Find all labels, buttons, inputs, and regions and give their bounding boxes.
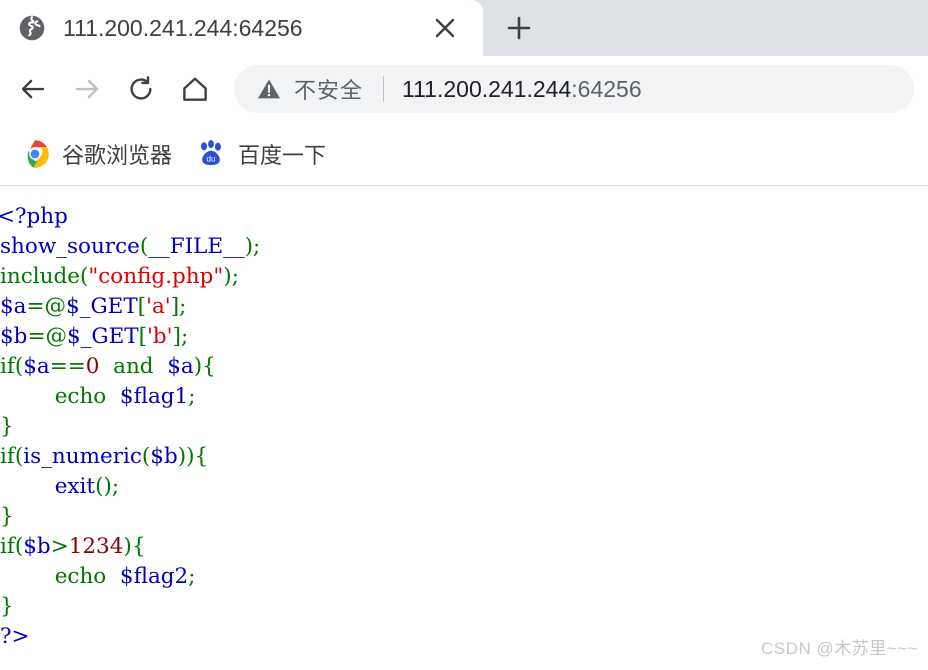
code-token: (: [14, 444, 24, 469]
php-source-code: <?php show_source(__FILE__); include("co…: [0, 186, 928, 652]
baidu-paw-icon: du: [196, 139, 226, 169]
url-text: 111.200.241.244:64256: [402, 76, 642, 103]
code-token: ;: [231, 264, 239, 289]
code-token: >: [50, 534, 69, 559]
address-bar[interactable]: 不安全 111.200.241.244:64256: [234, 65, 914, 113]
code-token: (): [95, 474, 112, 499]
code-token: =@: [27, 324, 67, 349]
code-token: 'a': [146, 294, 171, 319]
code-token: __FILE__: [148, 234, 245, 259]
code-token: ): [186, 444, 195, 469]
reload-button[interactable]: [114, 62, 168, 116]
code-token: ==: [49, 354, 86, 379]
code-token: and: [113, 354, 154, 379]
code-token: $b: [23, 534, 51, 559]
security-status-label: 不安全: [294, 78, 364, 103]
bookmark-label: 百度一下: [238, 142, 327, 168]
code-token: $a: [0, 294, 27, 319]
omnibox-divider: [383, 76, 385, 102]
code-token: ;: [188, 384, 196, 409]
code-token: if: [0, 534, 15, 559]
code-token: ;: [188, 564, 196, 589]
code-token: ?>: [0, 624, 30, 649]
code-token: if: [0, 354, 15, 379]
code-token: <?php: [0, 204, 68, 229]
url-port: :64256: [571, 75, 642, 102]
code-token: {: [131, 534, 146, 559]
navigation-toolbar: 不安全 111.200.241.244:64256: [0, 56, 928, 122]
bookmark-label: 谷歌浏览器: [62, 142, 173, 168]
bookmark-baidu[interactable]: du 百度一下: [184, 130, 338, 178]
code-token: show_source: [0, 234, 140, 259]
url-host: 111.200.241.244: [402, 75, 572, 102]
warning-triangle-icon: [256, 76, 282, 102]
code-token: is_numeric: [23, 444, 142, 469]
code-token: ]: [172, 324, 181, 349]
code-token: $b: [0, 324, 28, 349]
code-token: $flag1: [119, 384, 189, 409]
browser-window: 111.200.241.244:64256 不安全 111.200.241.24…: [0, 0, 928, 670]
close-icon[interactable]: [425, 8, 465, 48]
bookmark-chrome[interactable]: 谷歌浏览器: [8, 130, 184, 178]
code-token: =@: [26, 294, 67, 319]
code-token: "config.php": [88, 264, 224, 289]
code-token: 'b': [147, 324, 173, 349]
code-token: (: [139, 234, 149, 259]
code-token: ;: [253, 234, 261, 259]
code-token: $b: [150, 444, 178, 469]
forward-button[interactable]: [60, 62, 114, 116]
code-token: ): [244, 234, 254, 259]
code-token: }: [0, 414, 14, 439]
code-token: echo: [54, 564, 107, 589]
code-token: echo: [54, 384, 107, 409]
code-token: $a: [23, 354, 50, 379]
code-token: ;: [179, 294, 187, 319]
code-token: $_GET: [66, 324, 139, 349]
code-token: ;: [180, 324, 189, 349]
tab-title: 111.200.241.244:64256: [63, 14, 303, 41]
code-token: ): [223, 264, 232, 289]
code-token: [: [138, 324, 147, 349]
code-token: 0: [85, 354, 100, 379]
back-button[interactable]: [6, 62, 60, 116]
globe-icon: [18, 14, 46, 42]
code-token: {: [202, 354, 216, 379]
code-token: ]: [170, 294, 180, 319]
code-token: 1234: [68, 534, 124, 559]
code-token: $flag2: [119, 564, 189, 589]
code-token: if: [0, 444, 15, 469]
code-token: $a: [167, 354, 194, 379]
code-token: $_GET: [66, 294, 138, 319]
code-token: ;: [111, 474, 120, 499]
code-token: {: [194, 444, 209, 469]
home-button[interactable]: [168, 62, 222, 116]
code-token: }: [0, 594, 14, 619]
code-token: ): [193, 354, 203, 379]
watermark: CSDN @木苏里~~~: [761, 639, 918, 658]
page-content: <?php show_source(__FILE__); include("co…: [0, 186, 928, 669]
bookmarks-bar: 谷歌浏览器 du 百度一下: [0, 122, 928, 186]
svg-text:du: du: [207, 154, 216, 163]
code-token: ): [177, 444, 187, 469]
code-token: include: [0, 264, 80, 289]
new-tab-button[interactable]: [493, 2, 545, 54]
code-token: ): [123, 534, 132, 559]
code-token: (: [14, 354, 24, 379]
code-token: [: [137, 294, 147, 319]
browser-tab[interactable]: 111.200.241.244:64256: [0, 0, 483, 56]
code-token: }: [0, 504, 14, 529]
tab-strip: 111.200.241.244:64256: [0, 0, 928, 56]
chrome-logo-icon: [20, 139, 50, 169]
code-token: exit: [54, 474, 96, 499]
code-token: (: [14, 534, 24, 559]
